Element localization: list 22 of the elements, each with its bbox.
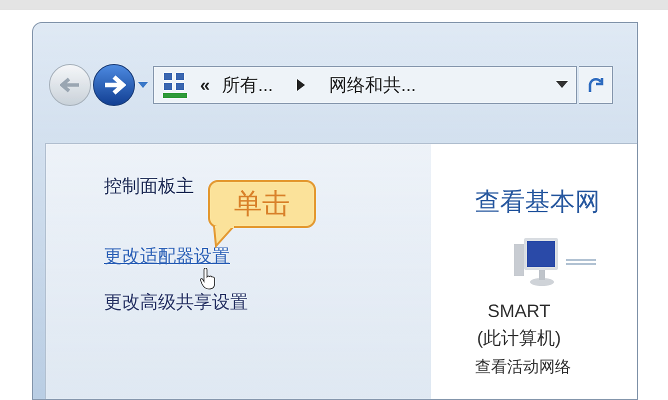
dropdown-caret-icon[interactable] <box>556 81 568 89</box>
hand-cursor-icon <box>200 268 217 290</box>
control-panel-icon <box>162 71 188 99</box>
connection-line-icon <box>566 258 596 266</box>
refresh-icon <box>588 77 604 93</box>
computer-name: SMART <box>488 300 550 322</box>
breadcrumb-overflow[interactable]: « <box>200 72 210 98</box>
section-heading: 查看活动网络 <box>474 358 571 378</box>
address-bar[interactable]: « 所有... 网络和共... <box>153 66 577 104</box>
forward-button[interactable] <box>93 64 135 106</box>
breadcrumb-separator-icon[interactable] <box>297 79 306 91</box>
back-arrow-icon <box>60 77 80 93</box>
breadcrumb-item[interactable]: 网络和共... <box>329 72 416 98</box>
sidebar-link[interactable]: 更改适配器设置 <box>104 244 230 268</box>
forward-arrow-icon <box>102 75 126 95</box>
callout-text: 单击 <box>234 187 290 221</box>
breadcrumb-item[interactable]: 所有... <box>222 72 274 98</box>
sidebar-link[interactable]: 控制面板主 <box>104 174 194 198</box>
computer-caption: (此计算机) <box>477 326 561 350</box>
sidebar-link[interactable]: 更改高级共享设置 <box>104 290 248 314</box>
refresh-button[interactable] <box>579 66 613 104</box>
page-title: 查看基本网 <box>474 187 600 218</box>
